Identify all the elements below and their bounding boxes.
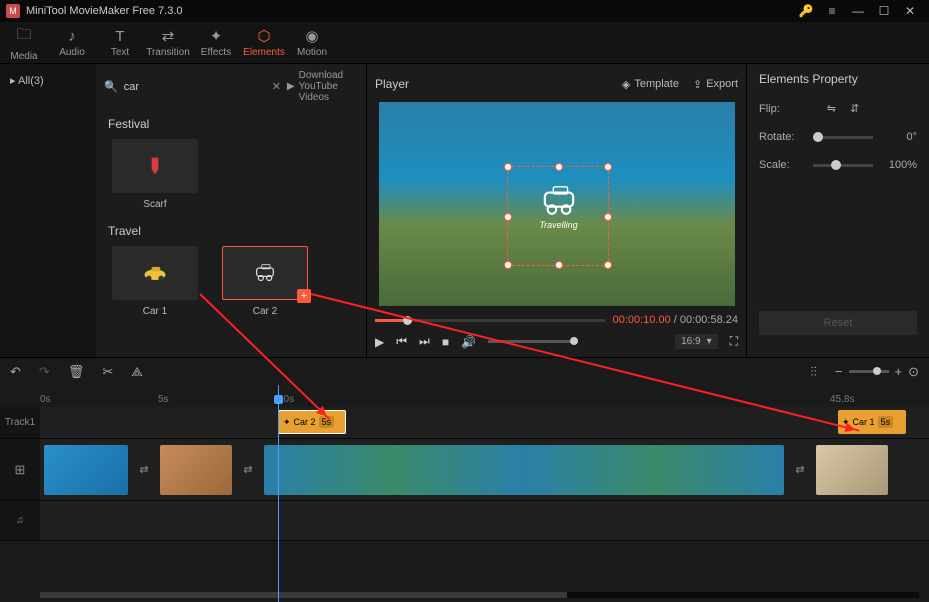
timeline-toolbar: ↶ ↷ 🗑 ✂ ⟁ ⫶⫶ − + ⊙	[0, 357, 929, 385]
player-panel: Player ◈ Template ⇪ Export Travelling 00…	[366, 64, 747, 357]
overlay-element[interactable]: Travelling	[529, 184, 589, 230]
search-icon: 🔍	[104, 80, 118, 93]
app-logo: M	[6, 4, 20, 18]
properties-panel: Elements Property Flip:⇋⇵ Rotate:0° Scal…	[747, 64, 929, 357]
volume-slider[interactable]	[488, 340, 578, 343]
zoom-out-icon[interactable]: −	[835, 364, 843, 379]
playhead[interactable]	[278, 385, 279, 602]
key-icon[interactable]: 🔑	[793, 4, 819, 18]
seek-bar[interactable]	[375, 319, 605, 322]
template-button[interactable]: ◈ Template	[622, 78, 679, 91]
titlebar: M MiniTool MovieMaker Free 7.3.0 🔑 ≡ — ☐…	[0, 0, 929, 22]
time-display: 00:00:10.00 / 00:00:58.24	[613, 314, 738, 326]
close-icon[interactable]: ✕	[897, 4, 923, 18]
time-ruler[interactable]: 0s 5s 10s 45.8s	[0, 385, 929, 407]
elements-track: Track1 ✦Car 25s ✦Car 15s	[0, 407, 929, 439]
properties-title: Elements Property	[759, 72, 917, 86]
element-scarf[interactable]: Scarf	[112, 139, 198, 210]
reset-button[interactable]: Reset	[759, 311, 917, 335]
main-toolbar: 🗀Media ♪Audio TText ⇄Transition ✦Effects…	[0, 22, 929, 64]
video-clip[interactable]	[160, 445, 232, 495]
category-sidebar: ▸ All(3)	[0, 64, 96, 357]
redo-icon[interactable]: ↷	[39, 364, 50, 380]
tab-effects[interactable]: ✦Effects	[192, 22, 240, 63]
play-icon[interactable]: ▶	[375, 335, 384, 349]
flip-vertical-icon[interactable]: ⇵	[850, 102, 859, 115]
category-travel: Travel	[108, 224, 358, 238]
crop-icon[interactable]: ⟁	[131, 364, 143, 380]
minimize-icon[interactable]: —	[845, 4, 871, 18]
app-title: MiniTool MovieMaker Free 7.3.0	[26, 5, 793, 17]
search-input[interactable]	[124, 81, 266, 93]
tab-audio[interactable]: ♪Audio	[48, 22, 96, 63]
sidebar-item-all[interactable]: ▸ All(3)	[4, 70, 92, 91]
delete-icon[interactable]: 🗑	[68, 364, 85, 380]
search-clear-icon[interactable]: ✕	[272, 80, 281, 93]
rotate-slider[interactable]	[813, 136, 873, 139]
transition-icon[interactable]: ⇄	[238, 460, 258, 480]
transition-icon[interactable]: ⇄	[134, 460, 154, 480]
aspect-ratio-select[interactable]: 16:9 ▾	[675, 334, 718, 349]
flip-horizontal-icon[interactable]: ⇋	[827, 102, 836, 115]
elements-browser: 🔍 ✕ ▶ Download YouTube Videos Festival S…	[96, 64, 366, 357]
video-clip[interactable]	[44, 445, 128, 495]
menu-icon[interactable]: ≡	[819, 4, 845, 18]
tab-motion[interactable]: ◉Motion	[288, 22, 336, 63]
prev-frame-icon[interactable]: ⏮	[396, 334, 407, 349]
split-icon[interactable]: ✂	[102, 364, 113, 380]
timeline: 0s 5s 10s 45.8s Track1 ✦Car 25s ✦Car 15s…	[0, 385, 929, 602]
clip-car2[interactable]: ✦Car 25s	[278, 410, 346, 434]
fullscreen-icon[interactable]: ⛶	[730, 334, 738, 349]
element-car2[interactable]: + Car 2	[222, 246, 308, 317]
preview-viewport[interactable]: Travelling	[379, 102, 735, 306]
timeline-scrollbar[interactable]	[40, 592, 919, 598]
audio-track-icon: ♫	[0, 501, 40, 540]
tab-text[interactable]: TText	[96, 22, 144, 63]
audio-track: ♫	[0, 501, 929, 541]
next-frame-icon[interactable]: ⏭	[419, 334, 430, 349]
zoom-fit-icon[interactable]: ⊙	[908, 364, 919, 380]
add-element-icon[interactable]: +	[297, 289, 311, 303]
download-youtube-button[interactable]: ▶ Download YouTube Videos	[287, 70, 358, 103]
clip-car1[interactable]: ✦Car 15s	[838, 410, 906, 434]
zoom-in-icon[interactable]: +	[895, 364, 903, 379]
stop-icon[interactable]: ■	[442, 335, 449, 349]
video-clip[interactable]	[264, 445, 784, 495]
volume-icon[interactable]: 🔊	[461, 335, 476, 349]
tab-elements[interactable]: ⬡Elements	[240, 22, 288, 63]
export-button[interactable]: ⇪ Export	[693, 78, 738, 91]
maximize-icon[interactable]: ☐	[871, 4, 897, 18]
tab-transition[interactable]: ⇄Transition	[144, 22, 192, 63]
transition-icon[interactable]: ⇄	[790, 460, 810, 480]
tab-media[interactable]: 🗀Media	[0, 22, 48, 63]
audio-settings-icon[interactable]: ⫶⫶	[810, 364, 817, 380]
category-festival: Festival	[108, 117, 358, 131]
undo-icon[interactable]: ↶	[10, 364, 21, 380]
element-car1[interactable]: Car 1	[112, 246, 198, 317]
video-track: ⊞ ⇄ ⇄ ⇄	[0, 439, 929, 501]
scale-slider[interactable]	[813, 164, 873, 167]
player-title: Player	[375, 77, 608, 91]
video-clip[interactable]	[816, 445, 888, 495]
video-track-icon: ⊞	[0, 439, 40, 500]
track-header: Track1	[0, 407, 40, 438]
zoom-slider[interactable]	[849, 370, 889, 373]
